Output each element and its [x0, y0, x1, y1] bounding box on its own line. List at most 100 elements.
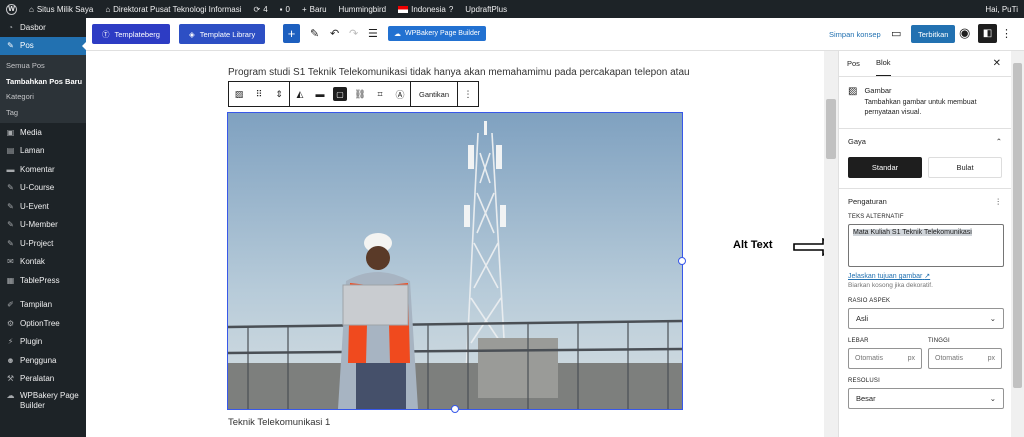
templateberg-icon: Ⓣ [102, 29, 110, 39]
aspect-ratio-select[interactable]: Asli ⌄ [848, 308, 1004, 329]
editor-canvas: Program studi S1 Teknik Telekomunikasi t… [86, 51, 838, 437]
alt-text-field[interactable]: Mata Kuliah S1 Teknik Telekomunikasi [848, 224, 1004, 267]
updates-link[interactable]: ⟳ 4 [248, 0, 274, 18]
media-icon: ▣ [6, 127, 15, 137]
text-overlay-icon[interactable]: Ⓐ [390, 82, 410, 106]
height-input[interactable]: Otomatis px [928, 348, 1002, 369]
image-block-icon[interactable]: ▨ [229, 82, 249, 106]
more-options-icon[interactable]: ⋮ [1001, 27, 1012, 40]
redo-icon[interactable]: ↷ [349, 27, 358, 40]
language-switcher[interactable]: Indonesia? [392, 0, 459, 18]
fullwidth-icon[interactable]: ▢ [330, 82, 350, 106]
sidebar-item-wpbakery[interactable]: ☁ WPBakery Page Builder [0, 388, 86, 416]
pin-icon: ✎ [7, 183, 14, 193]
list-view-icon[interactable]: ☰ [368, 27, 378, 40]
pencil-icon[interactable]: ✎ [310, 27, 319, 40]
width-input[interactable]: Otomatis px [848, 348, 922, 369]
user-icon: ☻ [6, 355, 15, 365]
link-icon[interactable]: ⛓ [350, 82, 370, 106]
sidebar-item-optiontree[interactable]: ⚙ OptionTree [0, 314, 86, 333]
hummingbird-icon[interactable]: ◉ [959, 25, 970, 41]
plus-icon: + [287, 26, 296, 41]
undo-icon[interactable]: ↶ [330, 27, 339, 40]
tab-block[interactable]: Blok [875, 50, 891, 76]
submenu-tag[interactable]: Tag [0, 105, 86, 121]
indonesia-flag-icon [398, 5, 409, 13]
sidebar-item-u-event[interactable]: ✎ U-Event [0, 197, 86, 216]
home-icon: ⌂ [105, 4, 111, 14]
sidebar-item-u-member[interactable]: ✎ U-Member [0, 216, 86, 235]
move-up-down-icon[interactable]: ⇕ [269, 82, 289, 106]
alt-text-help-link[interactable]: Jelaskan tujuan gambar ↗ [848, 272, 1002, 280]
sidebar-item-laman[interactable]: ▤ Laman [0, 142, 86, 161]
posts-submenu: Semua Pos Tambahkan Pos Baru Kategori Ta… [0, 55, 86, 123]
canvas-scrollbar[interactable] [824, 51, 838, 437]
block-options-icon[interactable]: ⋮ [458, 82, 478, 106]
pin-icon: ✎ [7, 201, 14, 211]
plugin-icon: ⚡ [7, 337, 14, 347]
sidebar-item-u-project[interactable]: ✎ U-Project [0, 234, 86, 253]
gear-icon: ⚙ [6, 318, 15, 328]
sidebar-item-kontak[interactable]: ✉ Kontak [0, 253, 86, 272]
style-rounded-button[interactable]: Bulat [928, 157, 1002, 178]
wordpress-icon: W [6, 3, 17, 15]
wpbakery-button[interactable]: ☁ WPBakery Page Builder [388, 26, 487, 41]
sidebar-item-media[interactable]: ▣ Media [0, 123, 86, 142]
panel-scrollbar[interactable] [1011, 51, 1024, 437]
crop-icon[interactable]: ⌗ [370, 82, 390, 106]
submenu-kategori[interactable]: Kategori [0, 89, 86, 105]
templateberg-button[interactable]: Ⓣ Templateberg [92, 24, 170, 44]
drag-handle-icon[interactable]: ⠿ [249, 82, 269, 106]
sidebar-item-dasbor[interactable]: ◔ Dasbor [0, 18, 86, 37]
new-content-link[interactable]: + Baru [296, 0, 333, 18]
publish-button[interactable]: Terbitkan [911, 25, 956, 43]
replace-button[interactable]: Gantikan [411, 82, 457, 106]
tab-post[interactable]: Pos [847, 50, 860, 76]
account-menu[interactable]: Hai, PuTi [979, 0, 1024, 18]
image-block[interactable] [227, 112, 683, 410]
sidebar-item-tampilan[interactable]: ✐ Tampilan [0, 296, 86, 315]
submenu-semua-pos[interactable]: Semua Pos [0, 58, 86, 74]
duotone-icon[interactable]: ◭ [290, 82, 310, 106]
pin-icon: ✎ [7, 220, 14, 230]
sidebar-item-komentar[interactable]: ▬ Komentar [0, 160, 86, 179]
comments-link[interactable]: ▪ 0 [274, 0, 296, 18]
settings-title: Pengaturan [848, 197, 887, 206]
directorate-link[interactable]: ⌂ Direktorat Pusat Teknologi Informasi [99, 0, 247, 18]
block-title: Gambar [864, 86, 892, 95]
wpbakery-icon: ☁ [6, 391, 15, 400]
alt-text-annotation: Alt Text [733, 239, 773, 251]
resize-handle-bottom[interactable] [451, 405, 459, 413]
align-icon[interactable]: ▬ [310, 82, 330, 106]
template-library-button[interactable]: ◈ Template Library [179, 24, 266, 44]
close-icon[interactable]: ✕ [993, 58, 1001, 69]
save-draft-button[interactable]: Simpan konsep [829, 30, 881, 39]
sidebar-item-peralatan[interactable]: ⚒ Peralatan [0, 370, 86, 389]
sidebar-item-pengguna[interactable]: ☻ Pengguna [0, 351, 86, 370]
hummingbird-link[interactable]: Hummingbird [333, 0, 393, 18]
chevron-up-icon[interactable]: ⌃ [996, 137, 1002, 146]
plus-icon: + [301, 4, 307, 14]
sidebar-item-tablepress[interactable]: ▦ TablePress [0, 271, 86, 290]
submenu-tambah-pos[interactable]: Tambahkan Pos Baru [0, 74, 86, 90]
library-icon: ◈ [189, 29, 195, 39]
image-caption[interactable]: Teknik Telekomunikasi 1 [228, 417, 330, 428]
settings-sidebar-icon[interactable]: ◧ [978, 24, 997, 43]
sidebar-item-u-course[interactable]: ✎ U-Course [0, 179, 86, 198]
preview-icon[interactable]: ▭ [891, 27, 901, 40]
updraftplus-link[interactable]: UpdraftPlus [459, 0, 513, 18]
paragraph-block[interactable]: Program studi S1 Teknik Telekomunikasi t… [228, 67, 690, 78]
sidebar-item-plugin[interactable]: ⚡ Plugin [0, 333, 86, 352]
canvas-scroll-thumb[interactable] [826, 99, 836, 159]
style-default-button[interactable]: Standar [848, 157, 922, 178]
site-name-link[interactable]: ⌂ Situs Milik Saya [23, 0, 99, 18]
more-options-icon[interactable]: ⋮ [995, 197, 1003, 206]
comment-icon: ▬ [6, 164, 15, 174]
sidebar-item-pos[interactable]: ✎ Pos [0, 36, 86, 55]
add-block-button[interactable]: + [283, 24, 300, 43]
resize-handle-right[interactable] [678, 257, 686, 265]
panel-scroll-thumb[interactable] [1013, 63, 1022, 388]
editor-toolbar: Ⓣ Templateberg ◈ Template Library + ✎ ↶ ↷ … [86, 18, 1024, 51]
resolution-select[interactable]: Besar ⌄ [848, 388, 1004, 409]
wp-logo-menu[interactable]: W [0, 0, 23, 18]
